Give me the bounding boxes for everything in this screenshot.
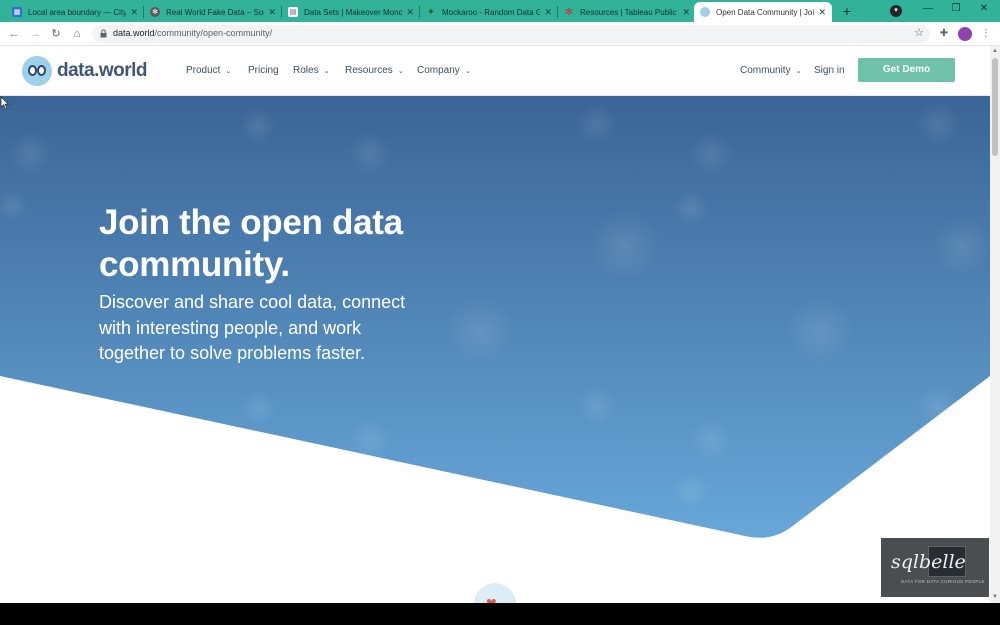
browser-window: ▦ Local area boundary — City ✕ ✻ Real Wo… [0,0,1000,603]
tableau-favicon-icon: ✻ [564,6,574,18]
tab-mockaroo[interactable]: ✦ Mockaroo - Random Data G ✕ [420,2,558,22]
nav-roles[interactable]: Roles ⌄ [293,65,329,76]
hero-subtitle: Discover and share cool data, connect wi… [99,292,406,363]
nav-resources[interactable]: Resources ⌄ [345,65,404,76]
home-icon[interactable]: ⌂ [69,26,85,42]
tab-local-area-boundary[interactable]: ▦ Local area boundary — City ✕ [6,2,144,22]
url-text: data.world/community/open-community/ [113,28,272,38]
sign-in-label: Sign in [814,65,845,76]
nav-community-label: Community [740,65,791,76]
nav-roles-label: Roles [293,65,319,76]
close-tab-icon[interactable]: ✕ [130,7,138,18]
chevron-down-icon: ⌄ [795,67,802,75]
close-tab-icon[interactable]: ✕ [268,7,276,18]
site-logo[interactable]: data.world [57,60,148,82]
watermark-tagline: DATA FOR DATA CURIOUS PEOPLE [901,579,985,584]
hero-title: Join the open data community. [99,203,403,284]
mouse-cursor-icon [0,96,10,110]
scroll-down-icon[interactable]: ▼ [991,593,999,602]
chevron-down-icon: ⌄ [397,67,404,75]
scroll-up-icon[interactable]: ▲ [991,47,999,56]
chevron-down-icon: ⌄ [464,67,471,75]
get-demo-button[interactable]: Get Demo [858,58,955,82]
tab-search-icon[interactable]: ▾ [890,5,902,17]
nav-resources-label: Resources [345,65,393,76]
tab-open-data-community[interactable]: Open Data Community | Joi ✕ [694,2,832,22]
bookmark-star-icon[interactable]: ☆ [914,26,924,39]
tree-favicon-icon: ✦ [426,6,436,18]
nav-product[interactable]: Product ⌄ [186,65,231,76]
close-window-icon[interactable]: ✕ [970,3,998,14]
watermark-brand: sqlbelle [891,551,966,573]
reload-icon[interactable]: ↻ [48,26,64,42]
dataworld-logo-icon[interactable] [22,56,52,86]
nav-company-label: Company [417,65,460,76]
chevron-down-icon: ⌄ [225,67,232,75]
tableau-favicon-icon: ✻ [150,7,160,17]
map-favicon-icon: ▦ [12,7,22,17]
scrollbar-thumb[interactable] [992,58,998,156]
sqlbelle-watermark: sqlbelle DATA FOR DATA CURIOUS PEOPLE [881,538,989,597]
lock-icon [100,29,107,38]
site-header: data.world Product ⌄ Pricing Roles ⌄ Resou… [0,46,990,96]
nav-company[interactable]: Company ⌄ [417,65,471,76]
tab-data-sets[interactable]: ▤ Data Sets | Makeover Mond ✕ [282,2,420,22]
sign-in-link[interactable]: Sign in [814,65,845,76]
nav-pricing-label: Pricing [248,65,279,76]
tab-real-world-fake-data[interactable]: ✻ Real World Fake Data – Som ✕ [144,2,282,22]
dataworld-favicon-icon [700,7,710,17]
maximize-icon[interactable]: ❐ [942,3,970,14]
nav-product-label: Product [186,65,221,76]
menu-dots-icon[interactable]: ⋮ [979,27,993,41]
close-tab-icon[interactable]: ✕ [818,7,826,18]
chevron-down-icon: ⌄ [323,67,330,75]
new-tab-icon[interactable]: + [838,2,856,20]
back-icon[interactable]: ← [6,26,22,42]
nav-pricing[interactable]: Pricing [248,65,279,76]
nav-community[interactable]: Community ⌄ [740,65,801,76]
close-tab-icon[interactable]: ✕ [406,7,414,18]
browser-toolbar: ← → ↻ ⌂ data.world/community/open-commun… [0,22,1000,46]
tab-resources-tableau[interactable]: ✻ Resources | Tableau Public ✕ [558,2,696,22]
forward-icon[interactable]: → [27,26,43,42]
address-bar[interactable]: data.world/community/open-community/ ☆ [92,25,930,43]
heart-icon: ♥ [486,593,497,603]
profile-avatar[interactable] [958,27,972,41]
hero-section: Join the open data community. Discover a… [0,96,990,603]
url-domain: data.world [113,28,155,38]
minimize-icon[interactable]: — [914,3,942,14]
url-path: /community/open-community/ [154,28,273,38]
tab-strip: ▦ Local area boundary — City ✕ ✻ Real Wo… [0,0,1000,22]
extensions-icon[interactable]: ✚ [937,27,951,41]
document-favicon-icon: ▤ [288,7,298,17]
close-tab-icon[interactable]: ✕ [682,7,690,18]
close-tab-icon[interactable]: ✕ [544,7,552,18]
page-scrollbar[interactable]: ▲ ▼ [990,46,1000,603]
